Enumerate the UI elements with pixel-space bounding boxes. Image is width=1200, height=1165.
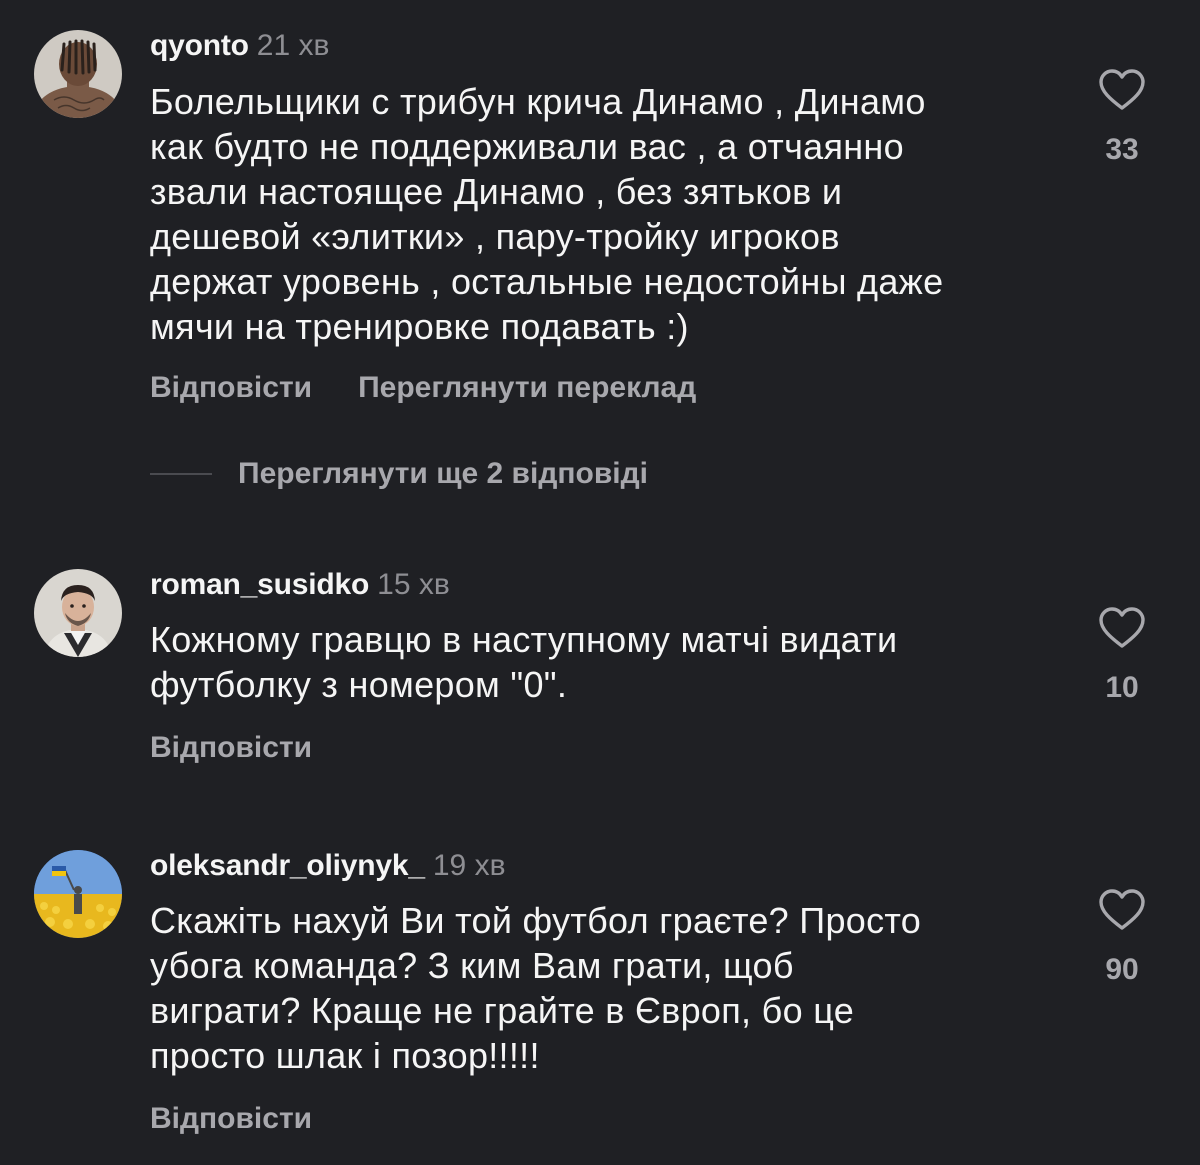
comment-text: Кожному гравцю в наступному матчі видати… [150, 619, 898, 705]
like-group: 10 [1090, 606, 1154, 706]
heart-outline-icon[interactable] [1098, 68, 1146, 112]
heart-outline-icon[interactable] [1098, 888, 1146, 932]
comment-meta: roman_susidko 15 хв [150, 567, 450, 603]
timestamp: 21 хв [256, 29, 330, 62]
avatar-image [34, 30, 122, 118]
avatar[interactable] [34, 569, 122, 657]
reply-button[interactable]: Відповісти [150, 730, 312, 766]
comment-text: Болельщики с трибун крича Динамо , Динам… [150, 81, 944, 347]
reply-button[interactable]: Відповісти [150, 1101, 312, 1137]
view-replies-button[interactable]: Переглянути ще 2 відповіді [150, 456, 648, 492]
like-count: 10 [1105, 671, 1139, 704]
avatar[interactable] [34, 850, 122, 938]
like-group: 90 [1090, 888, 1154, 988]
view-replies-label: Переглянути ще 2 відповіді [238, 457, 648, 490]
reply-button[interactable]: Відповісти [150, 370, 312, 406]
timestamp: 15 хв [377, 568, 450, 601]
comment-actions: Відповісти Переглянути переклад [150, 370, 696, 406]
comment-meta: qyonto 21 хв [150, 28, 329, 64]
like-count: 90 [1105, 953, 1139, 986]
username[interactable]: oleksandr_oliynyk_ [150, 849, 425, 882]
comment-text: Скажіть нахуй Ви той футбол граєте? Прос… [150, 900, 922, 1076]
like-group: 33 [1090, 68, 1154, 168]
username[interactable]: roman_susidko [150, 568, 369, 601]
view-translation-button[interactable]: Переглянути переклад [358, 370, 696, 406]
replies-divider [150, 473, 212, 475]
comment-actions: Відповісти [150, 1101, 312, 1137]
username[interactable]: qyonto [150, 29, 249, 62]
timestamp: 19 хв [432, 849, 506, 882]
avatar-image [34, 850, 122, 938]
avatar-image [34, 569, 122, 657]
heart-outline-icon[interactable] [1098, 606, 1146, 650]
avatar[interactable] [34, 30, 122, 118]
comment-meta: oleksandr_oliynyk_ 19 хв [150, 848, 506, 884]
comment-actions: Відповісти [150, 730, 312, 766]
like-count: 33 [1105, 133, 1139, 166]
